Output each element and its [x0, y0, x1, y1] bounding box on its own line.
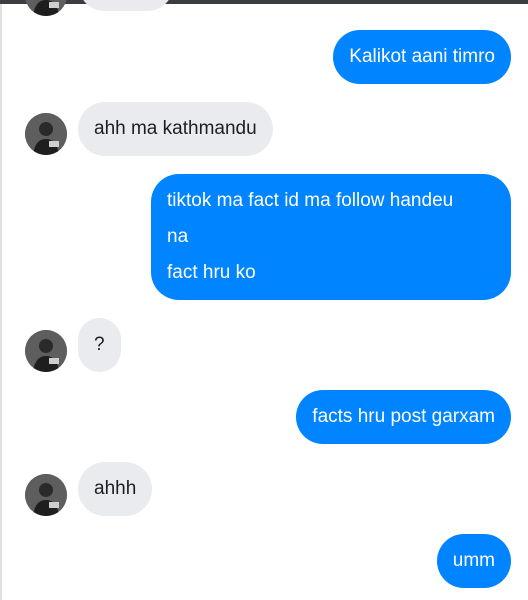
- message-text: Kalikot aani timro: [349, 46, 495, 67]
- message-text: ?: [94, 334, 105, 355]
- left-divider: [0, 4, 2, 600]
- message-text: umm: [452, 550, 495, 571]
- message-text: ahhh: [94, 478, 137, 499]
- contact-avatar[interactable]: [25, 474, 67, 516]
- user-avatar-icon: [25, 0, 67, 16]
- message-outgoing[interactable]: Kalikot aani timro: [333, 30, 511, 84]
- message-incoming[interactable]: ?: [78, 318, 121, 372]
- message-line: fact hru ko: [167, 262, 256, 283]
- message-incoming[interactable]: ahhh: [78, 462, 153, 516]
- message-incoming[interactable]: [78, 0, 174, 11]
- message-outgoing[interactable]: facts hru post garxam: [296, 390, 511, 444]
- window-top-border: [0, 0, 528, 4]
- user-avatar-icon: [25, 330, 67, 372]
- contact-avatar[interactable]: [25, 330, 67, 372]
- message-outgoing[interactable]: umm: [436, 534, 511, 588]
- message-line: tiktok ma fact id ma follow handeu: [167, 190, 454, 211]
- contact-avatar[interactable]: [25, 0, 67, 16]
- message-incoming[interactable]: ahh ma kathmandu: [78, 102, 273, 156]
- message-line: na: [167, 226, 189, 247]
- user-avatar-icon: [25, 474, 67, 516]
- user-avatar-icon: [25, 113, 67, 155]
- message-text: facts hru post garxam: [312, 406, 495, 427]
- message-outgoing[interactable]: tiktok ma fact id ma follow handeu na fa…: [151, 174, 511, 300]
- message-text: ahh ma kathmandu: [94, 118, 257, 139]
- contact-avatar[interactable]: [25, 113, 67, 155]
